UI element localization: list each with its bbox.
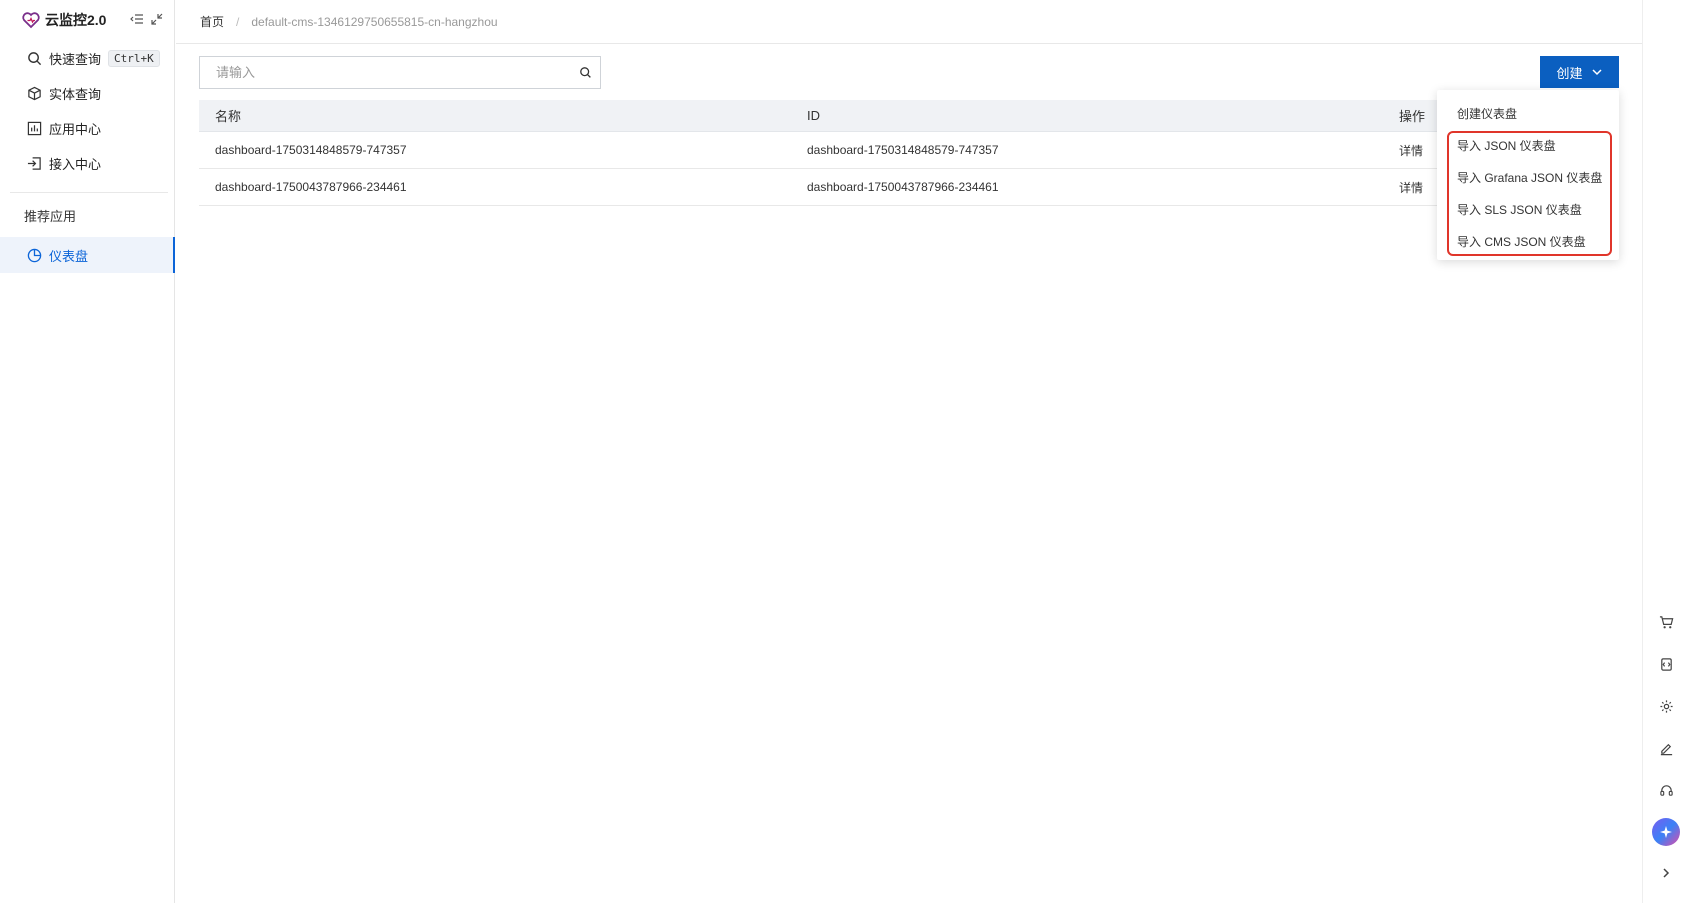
brand[interactable]: 云监控2.0: [22, 8, 106, 32]
edit-icon[interactable]: [1653, 735, 1679, 761]
ai-assistant-icon[interactable]: [1652, 818, 1680, 846]
details-link[interactable]: 详情: [1399, 142, 1423, 159]
details-link[interactable]: 详情: [1399, 179, 1423, 196]
sidebar-item-dashboard[interactable]: 仪表盘: [0, 237, 175, 273]
dashboard-name: dashboard-1750043787966-234461: [215, 180, 407, 194]
dashboard-name: dashboard-1750314848579-747357: [215, 143, 407, 157]
menu-item-import-grafana-json[interactable]: 导入 Grafana JSON 仪表盘: [1457, 169, 1602, 186]
sidebar-item-quick-search[interactable]: 快速查询 Ctrl+K: [0, 41, 175, 75]
collapse-sidebar-icon[interactable]: [130, 12, 144, 26]
cube-icon: [25, 84, 43, 102]
table-row: dashboard-1750043787966-234461 dashboard…: [199, 169, 1619, 206]
search-box: [199, 56, 601, 89]
chevron-right-icon[interactable]: [1653, 860, 1679, 886]
pie-chart-icon: [25, 246, 43, 264]
sidebar-item-entity-query[interactable]: 实体查询: [0, 76, 175, 110]
cloud-monitor-logo-icon: [22, 12, 40, 29]
column-header-id: ID: [807, 108, 820, 123]
brand-name: 云监控2.0: [45, 12, 107, 28]
sidebar-item-app-center[interactable]: 应用中心: [0, 111, 175, 145]
breadcrumb-separator: /: [236, 14, 240, 29]
chart-box-icon: [25, 119, 43, 137]
sidebar-divider: [10, 192, 168, 193]
dashboard-id: dashboard-1750314848579-747357: [807, 143, 999, 157]
sidebar-item-label: 快速查询: [49, 51, 102, 67]
right-toolbar: [1642, 0, 1687, 903]
breadcrumb: 首页 / default-cms-1346129750655815-cn-han…: [200, 13, 498, 30]
shortcut-badge: Ctrl+K: [108, 49, 160, 67]
sidebar-item-label: 应用中心: [49, 121, 102, 137]
search-input[interactable]: [200, 57, 570, 88]
search-icon[interactable]: [570, 66, 600, 79]
headset-icon[interactable]: [1653, 777, 1679, 803]
menu-item-import-sls-json[interactable]: 导入 SLS JSON 仪表盘: [1457, 201, 1582, 218]
sidebar-item-label: 仪表盘: [49, 248, 89, 264]
breadcrumb-home[interactable]: 首页: [200, 13, 224, 30]
dashboard-table: 名称 ID 操作 dashboard-1750314848579-747357 …: [199, 100, 1619, 206]
sidebar: 云监控2.0 快速查询 Ctrl+K 实体查询 应用中心 接入中心 推荐应用 仪…: [0, 0, 175, 903]
shrink-icon[interactable]: [150, 12, 164, 26]
gear-icon[interactable]: [1653, 693, 1679, 719]
table-row: dashboard-1750314848579-747357 dashboard…: [199, 132, 1619, 169]
menu-item-import-cms-json[interactable]: 导入 CMS JSON 仪表盘: [1457, 233, 1586, 250]
chevron-down-icon: [1591, 66, 1603, 78]
menu-item-import-json[interactable]: 导入 JSON 仪表盘: [1457, 137, 1556, 154]
sidebar-item-access-center[interactable]: 接入中心: [0, 146, 175, 180]
import-icon: [25, 154, 43, 172]
dashboard-id: dashboard-1750043787966-234461: [807, 180, 999, 194]
sidebar-group-label: 推荐应用: [24, 209, 77, 224]
api-icon[interactable]: [1653, 651, 1679, 677]
header: 首页 / default-cms-1346129750655815-cn-han…: [176, 0, 1642, 44]
search-icon: [25, 49, 43, 67]
sidebar-item-label: 实体查询: [49, 86, 102, 102]
cart-icon[interactable]: [1653, 609, 1679, 635]
create-dropdown-menu: 创建仪表盘 导入 JSON 仪表盘 导入 Grafana JSON 仪表盘 导入…: [1437, 90, 1619, 260]
column-header-actions: 操作: [1399, 109, 1426, 124]
table-header: 名称 ID 操作: [199, 100, 1619, 132]
create-button[interactable]: 创建: [1540, 56, 1619, 88]
create-button-label: 创建: [1556, 65, 1583, 81]
sidebar-item-label: 接入中心: [49, 156, 102, 172]
menu-item-create-dashboard[interactable]: 创建仪表盘: [1457, 105, 1517, 122]
column-header-name: 名称: [215, 109, 242, 124]
breadcrumb-current: default-cms-1346129750655815-cn-hangzhou: [251, 14, 498, 29]
